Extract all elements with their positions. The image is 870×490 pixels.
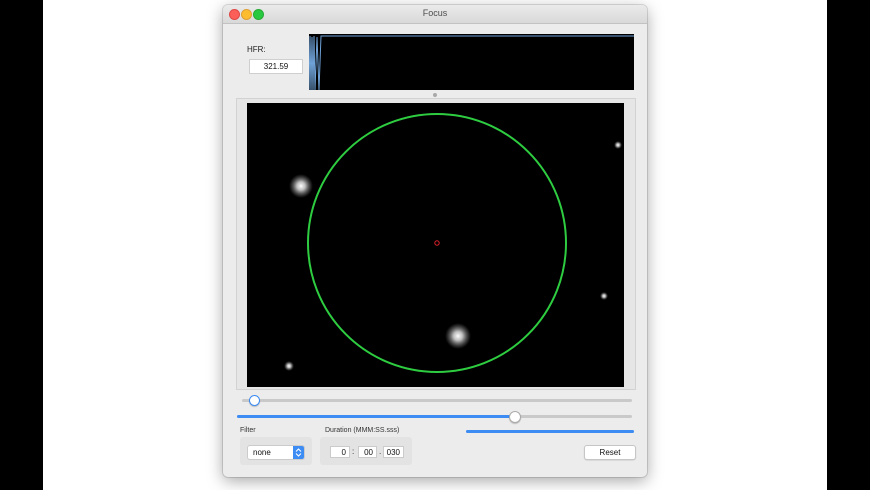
filter-label: Filter (240, 427, 256, 434)
duration-label: Duration (MMM:SS.sss) (325, 427, 400, 434)
star (284, 361, 294, 371)
right-letterbox (827, 0, 870, 490)
title-bar: Focus (223, 5, 647, 24)
scale-slider-knob[interactable] (508, 411, 521, 423)
image-frame (236, 98, 636, 390)
window-title: Focus (422, 8, 448, 18)
star (289, 174, 313, 198)
chevron-updown-icon (293, 446, 304, 459)
left-letterbox (0, 0, 43, 490)
star-field-view (247, 103, 624, 387)
duration-seconds-field[interactable]: 00 (358, 446, 377, 458)
exposure-slider-track[interactable] (242, 399, 632, 402)
exposure-slider-knob[interactable] (248, 395, 260, 406)
progress-bar-fill (466, 430, 634, 433)
duration-millis-field[interactable]: 030 (383, 446, 404, 458)
focus-window: Focus HFR: 321.59 Filter none Duration (… (223, 5, 647, 477)
hfr-value-field: 321.59 (249, 59, 303, 74)
star (600, 292, 608, 300)
hfr-history-graph (309, 34, 634, 90)
hfr-label: HFR: (247, 45, 266, 54)
split-view-divider[interactable] (433, 93, 437, 97)
filter-select[interactable]: none (247, 445, 305, 460)
star (445, 323, 471, 349)
duration-minutes-field[interactable]: 0 (330, 446, 350, 458)
scale-slider-fill (237, 415, 514, 418)
filter-select-value: none (253, 448, 271, 457)
duration-dot: . (379, 447, 382, 456)
duration-colon: : (352, 447, 355, 456)
star (614, 141, 622, 149)
reset-button[interactable]: Reset (584, 445, 636, 460)
